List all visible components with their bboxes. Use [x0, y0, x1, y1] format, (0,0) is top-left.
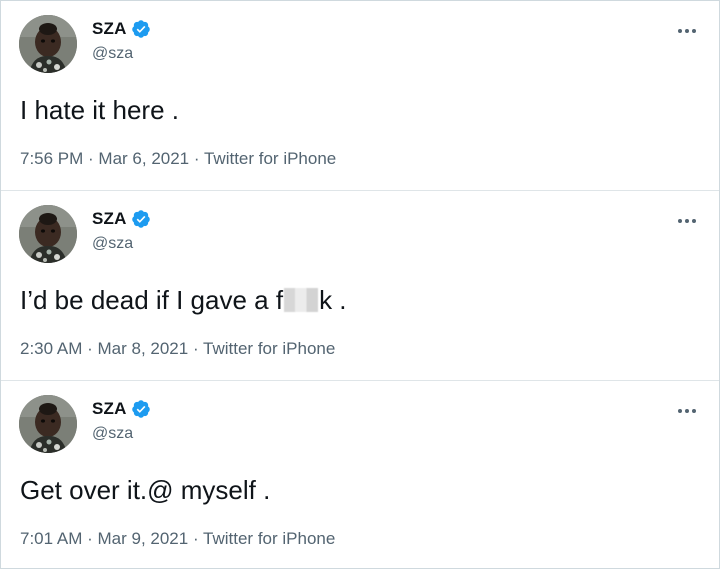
separator: ·: [188, 529, 204, 548]
tweet-meta: 2:30 AM · Mar 8, 2021 · Twitter for iPho…: [20, 339, 335, 359]
censor-blur: [284, 288, 319, 312]
verified-badge-icon: [131, 400, 150, 418]
tweet-time[interactable]: 7:56 PM: [20, 149, 83, 168]
separator: ·: [82, 339, 98, 358]
verified-badge-icon: [131, 210, 150, 228]
tweet-feed: SZA @sza I hate it here . 7:56 PM · Mar …: [0, 0, 720, 569]
more-options-icon[interactable]: [675, 211, 699, 231]
author-name[interactable]: SZA: [92, 399, 127, 419]
author-name[interactable]: SZA: [92, 19, 127, 39]
more-options-icon[interactable]: [675, 401, 699, 421]
tweet[interactable]: SZA @sza I hate it here . 7:56 PM · Mar …: [1, 1, 719, 190]
more-options-icon[interactable]: [675, 21, 699, 41]
tweet-text: I’d be dead if I gave a f k .: [20, 285, 347, 316]
tweet-meta: 7:56 PM · Mar 6, 2021 · Twitter for iPho…: [20, 149, 336, 169]
tweet-date[interactable]: Mar 6, 2021: [98, 149, 189, 168]
tweet-text: I hate it here .: [20, 95, 179, 125]
verified-badge-icon: [131, 20, 150, 38]
tweet-source[interactable]: Twitter for iPhone: [204, 149, 336, 168]
tweet-date[interactable]: Mar 9, 2021: [97, 529, 188, 548]
separator: ·: [82, 529, 98, 548]
tweet-source[interactable]: Twitter for iPhone: [203, 529, 335, 548]
avatar[interactable]: [19, 395, 77, 453]
tweet-text-part: k .: [319, 285, 347, 315]
tweet-time[interactable]: 7:01 AM: [20, 529, 82, 548]
tweet-source[interactable]: Twitter for iPhone: [203, 339, 335, 358]
tweet-meta: 7:01 AM · Mar 9, 2021 · Twitter for iPho…: [20, 529, 335, 549]
author-row: SZA: [92, 399, 151, 419]
tweet[interactable]: SZA @sza Get over it.@ myself . 7:01 AM …: [1, 380, 719, 569]
author-handle[interactable]: @sza: [92, 425, 133, 443]
avatar[interactable]: [19, 205, 77, 263]
author-handle[interactable]: @sza: [92, 235, 133, 253]
tweet[interactable]: SZA @sza I’d be dead if I gave a f k . 2:…: [1, 190, 719, 381]
author-name[interactable]: SZA: [92, 209, 127, 229]
tweet-text: Get over it.@ myself .: [20, 475, 271, 505]
tweet-text-part: I’d be dead if I gave a f: [20, 285, 284, 315]
author-row: SZA: [92, 19, 151, 39]
separator: ·: [188, 339, 204, 358]
tweet-date[interactable]: Mar 8, 2021: [97, 339, 188, 358]
author-handle[interactable]: @sza: [92, 45, 133, 63]
author-row: SZA: [92, 209, 151, 229]
separator: ·: [189, 149, 204, 168]
tweet-time[interactable]: 2:30 AM: [20, 339, 82, 358]
avatar[interactable]: [19, 15, 77, 73]
separator: ·: [83, 149, 99, 168]
